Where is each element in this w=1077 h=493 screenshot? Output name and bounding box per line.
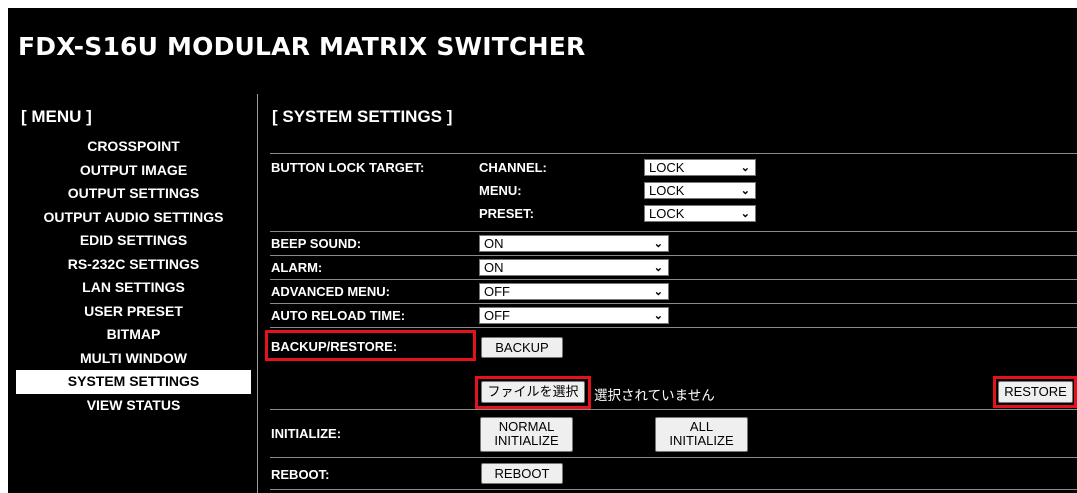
chevron-down-icon: ⌄ [653, 262, 663, 274]
advanced-menu-value: OFF [484, 284, 510, 299]
restore-button[interactable]: RESTORE [998, 381, 1073, 403]
auto-reload-time-select[interactable]: OFF ⌄ [479, 307, 669, 324]
chevron-down-icon: ⌄ [653, 238, 663, 250]
alarm-value: ON [484, 260, 504, 275]
preset-lock-select[interactable]: LOCK ⌄ [644, 205, 756, 222]
chevron-down-icon: ⌄ [740, 208, 750, 220]
menu-lock-value: LOCK [649, 183, 685, 198]
sidebar-menu: CROSSPOINT OUTPUT IMAGE OUTPUT SETTINGS … [16, 135, 251, 417]
page-title: [ SYSTEM SETTINGS ] [272, 107, 453, 126]
normal-initialize-line1: NORMAL [498, 419, 555, 434]
menu-item-rs232c-settings[interactable]: RS-232C SETTINGS [16, 253, 251, 277]
menu-item-system-settings[interactable]: SYSTEM SETTINGS [16, 370, 251, 394]
row-separator [270, 327, 1077, 328]
advanced-menu-label: ADVANCED MENU: [271, 284, 390, 299]
row-separator [270, 255, 1077, 256]
choose-file-button[interactable]: ファイルを選択 [481, 381, 585, 403]
row-separator [270, 153, 1077, 154]
chevron-down-icon: ⌄ [653, 286, 663, 298]
channel-lock-value: LOCK [649, 160, 685, 175]
chevron-down-icon: ⌄ [740, 162, 750, 174]
menu-item-multi-window[interactable]: MULTI WINDOW [16, 347, 251, 371]
menu-item-output-image[interactable]: OUTPUT IMAGE [16, 159, 251, 183]
app-frame: FDX-S16U MODULAR MATRIX SWITCHER [ MENU … [8, 8, 1077, 493]
row-separator [270, 489, 1077, 490]
channel-lock-select[interactable]: LOCK ⌄ [644, 159, 756, 176]
menu-item-output-audio-settings[interactable]: OUTPUT AUDIO SETTINGS [16, 206, 251, 230]
backup-restore-label: BACKUP/RESTORE: [271, 339, 398, 354]
menu-item-output-settings[interactable]: OUTPUT SETTINGS [16, 182, 251, 206]
auto-reload-time-value: OFF [484, 308, 510, 323]
row-separator [270, 409, 1077, 410]
preset-lock-value: LOCK [649, 206, 685, 221]
all-initialize-line1: ALL [689, 419, 714, 434]
preset-lock-label: PRESET: [479, 206, 534, 221]
normal-initialize-line2: INITIALIZE [494, 433, 559, 448]
menu-heading: [ MENU ] [21, 107, 92, 126]
row-separator [270, 279, 1077, 280]
all-initialize-line2: INITIALIZE [669, 433, 734, 448]
button-lock-target-label: BUTTON LOCK TARGET: [271, 160, 425, 175]
beep-sound-value: ON [484, 236, 504, 251]
row-separator [270, 457, 1077, 458]
menu-item-user-preset[interactable]: USER PRESET [16, 300, 251, 324]
menu-item-view-status[interactable]: VIEW STATUS [16, 394, 251, 418]
auto-reload-time-label: AUTO RELOAD TIME: [271, 308, 406, 323]
alarm-label: ALARM: [271, 260, 323, 275]
normal-initialize-button[interactable]: NORMAL INITIALIZE [480, 417, 573, 452]
menu-item-crosspoint[interactable]: CROSSPOINT [16, 135, 251, 159]
menu-lock-select[interactable]: LOCK ⌄ [644, 182, 756, 199]
menu-item-bitmap[interactable]: BITMAP [16, 323, 251, 347]
reboot-label: REBOOT: [271, 467, 330, 482]
menu-lock-label: MENU: [479, 183, 522, 198]
row-separator [270, 231, 1077, 232]
channel-label: CHANNEL: [479, 160, 547, 175]
all-initialize-button[interactable]: ALL INITIALIZE [655, 417, 748, 452]
initialize-label: INITIALIZE: [271, 426, 342, 441]
alarm-select[interactable]: ON ⌄ [479, 259, 669, 276]
reboot-button[interactable]: REBOOT [481, 463, 563, 484]
backup-button[interactable]: BACKUP [481, 337, 563, 358]
chevron-down-icon: ⌄ [653, 310, 663, 322]
menu-item-lan-settings[interactable]: LAN SETTINGS [16, 276, 251, 300]
file-status-text: 選択されていません [594, 388, 715, 403]
beep-sound-label: BEEP SOUND: [271, 236, 362, 251]
row-separator [270, 303, 1077, 304]
menu-item-edid-settings[interactable]: EDID SETTINGS [16, 229, 251, 253]
app-title: FDX-S16U MODULAR MATRIX SWITCHER [18, 32, 586, 61]
chevron-down-icon: ⌄ [740, 185, 750, 197]
vertical-divider [257, 94, 258, 493]
advanced-menu-select[interactable]: OFF ⌄ [479, 283, 669, 300]
beep-sound-select[interactable]: ON ⌄ [479, 235, 669, 252]
